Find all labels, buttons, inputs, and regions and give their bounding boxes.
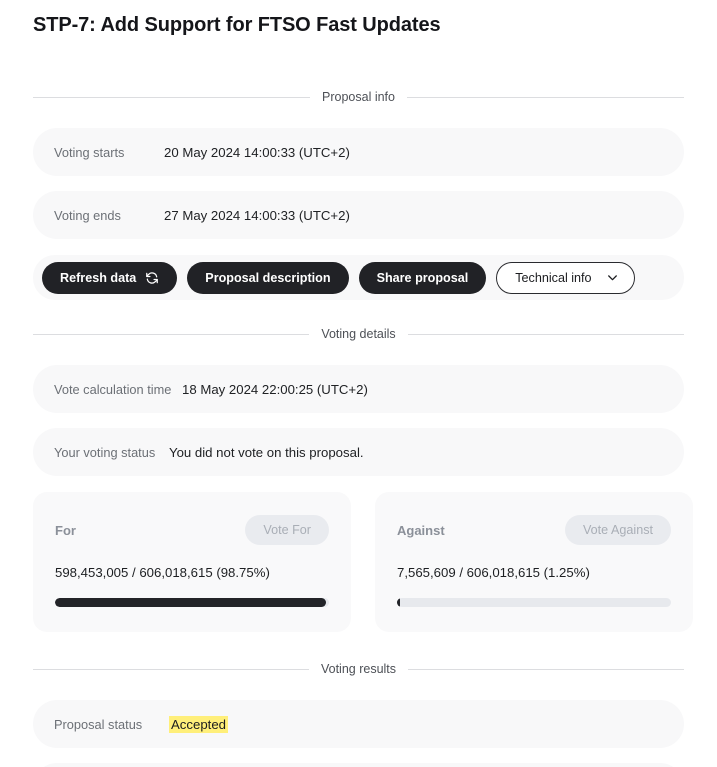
label-vote-calculation-time: Vote calculation time [54,381,172,397]
vote-against-button[interactable]: Vote Against [564,515,671,545]
divider-line-left [33,333,310,335]
vote-for-tally: 598,453,005 / 606,018,615 (98.75%) [55,565,270,580]
vote-for-progress-fill [55,598,326,607]
divider-line-left [33,96,311,98]
row-next-partial [33,763,684,767]
vote-card-for-title: For [55,522,76,538]
vote-against-tally: 7,565,609 / 606,018,615 (1.25%) [397,565,590,580]
value-vote-calculation-time: 18 May 2024 22:00:25 (UTC+2) [182,381,368,397]
vote-card-against: Against Vote Against 7,565,609 / 606,018… [375,492,693,632]
vote-against-progress-fill [397,598,401,607]
page-title: STP-7: Add Support for FTSO Fast Updates [33,14,441,36]
technical-info-label: Technical info [515,270,592,285]
row-your-voting-status: Your voting status You did not vote on t… [33,428,684,476]
chevron-down-icon [606,271,619,284]
section-divider-voting-results: Voting results [33,661,685,677]
vote-card-for: For Vote For 598,453,005 / 606,018,615 (… [33,492,351,632]
row-proposal-status: Proposal status Accepted [33,700,684,748]
divider-line-right [406,96,684,98]
proposal-description-label: Proposal description [205,270,331,285]
proposal-description-button[interactable]: Proposal description [187,261,349,294]
refresh-data-button[interactable]: Refresh data [42,261,178,294]
technical-info-dropdown[interactable]: Technical info [496,261,635,294]
vote-card-for-header: For Vote For [55,514,329,546]
section-caption-voting-results: Voting results [320,661,397,676]
vote-against-label: Vote Against [582,523,653,537]
vote-for-button[interactable]: Vote For [245,515,329,545]
section-caption-voting-details: Voting details [321,326,396,341]
divider-line-left [33,668,309,670]
vote-for-progress-bar [55,598,329,607]
value-voting-ends: 27 May 2024 14:00:33 (UTC+2) [164,207,350,223]
divider-line-right [408,668,685,670]
action-button-strip: Refresh data Proposal description Share … [33,255,684,300]
share-proposal-label: Share proposal [376,270,469,285]
refresh-data-label: Refresh data [60,270,137,285]
vote-against-progress-bar [397,598,671,607]
row-voting-ends: Voting ends 27 May 2024 14:00:33 (UTC+2) [33,191,684,239]
label-your-voting-status: Your voting status [54,444,156,460]
divider-line-right [407,333,685,335]
row-voting-starts: Voting starts 20 May 2024 14:00:33 (UTC+… [33,128,684,176]
proposal-detail-page: STP-7: Add Support for FTSO Fast Updates… [0,0,717,767]
label-voting-starts: Voting starts [54,144,125,160]
label-proposal-status: Proposal status [54,716,143,732]
share-proposal-button[interactable]: Share proposal [358,261,487,294]
vote-card-against-header: Against Vote Against [397,514,671,546]
value-voting-starts: 20 May 2024 14:00:33 (UTC+2) [164,144,350,160]
vote-card-against-title: Against [397,522,445,538]
label-voting-ends: Voting ends [54,207,121,223]
section-caption-proposal-info: Proposal info [322,89,395,104]
vote-for-label: Vote For [263,523,311,537]
status-badge: Accepted [169,715,228,733]
row-vote-calculation-time: Vote calculation time 18 May 2024 22:00:… [33,365,684,413]
section-divider-proposal-info: Proposal info [33,89,684,105]
value-your-voting-status: You did not vote on this proposal. [169,444,364,460]
refresh-icon [145,271,159,285]
section-divider-voting-details: Voting details [33,326,685,342]
